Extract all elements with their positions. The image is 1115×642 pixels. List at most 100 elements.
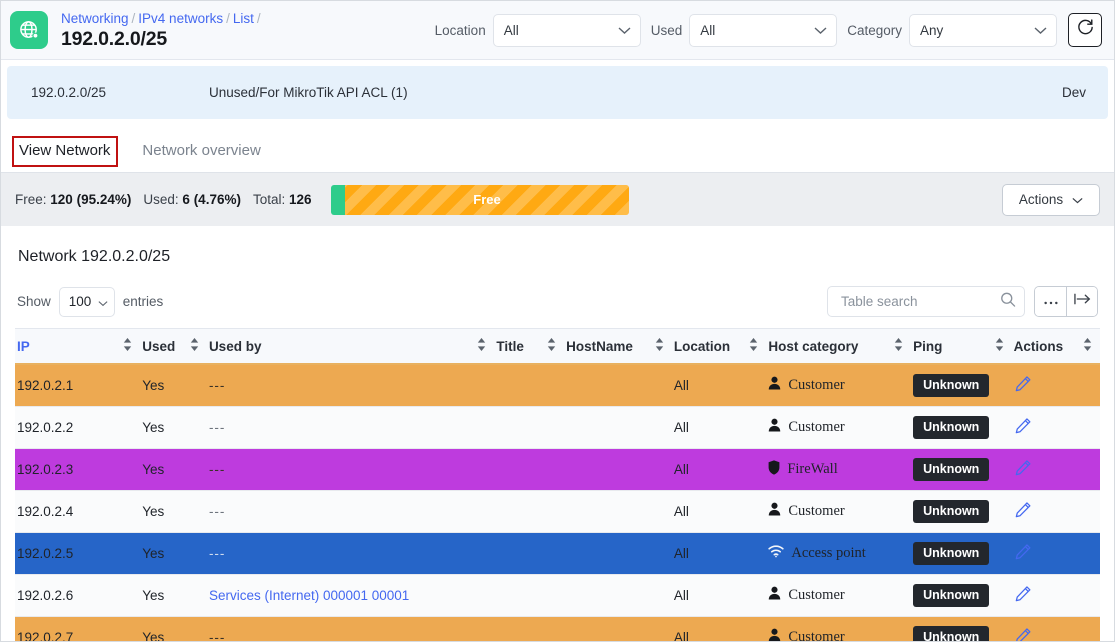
table-row[interactable]: 192.0.2.2 Yes --- All Customer Unknown <box>15 406 1100 449</box>
table-header-used[interactable]: Used <box>140 328 207 365</box>
sort-icon[interactable] <box>123 338 132 354</box>
ping-status-badge: Unknown <box>913 500 990 523</box>
total-label: Total: <box>252 192 286 207</box>
table-row[interactable]: 192.0.2.7 Yes --- All Customer Unknown <box>15 616 1100 642</box>
cell-used-by: --- <box>206 406 495 449</box>
pencil-icon[interactable] <box>1014 376 1032 396</box>
sort-icon[interactable] <box>995 338 1004 354</box>
sort-icon[interactable] <box>547 338 556 354</box>
cell-actions <box>1011 490 1100 533</box>
cell-actions <box>1011 448 1100 491</box>
location-filter-group: Location All <box>434 13 641 47</box>
table-header-actions[interactable]: Actions <box>1011 328 1100 365</box>
cell-location: All <box>671 616 767 641</box>
tab-network-overview[interactable]: Network overview <box>140 142 274 172</box>
table-expand-button[interactable] <box>1066 287 1097 316</box>
table-row[interactable]: 192.0.2.5 Yes --- All Access point Unknown <box>15 532 1100 575</box>
pencil-icon[interactable] <box>1014 460 1032 480</box>
table-search-wrapper <box>827 286 1025 317</box>
free-percent: (95.24%) <box>76 192 132 207</box>
cell-used-by: --- <box>206 616 495 642</box>
sort-icon[interactable] <box>894 338 903 354</box>
cell-used-by: --- <box>206 490 495 533</box>
user-icon <box>768 628 781 641</box>
host-category-label: Access point <box>791 545 866 561</box>
cell-ping: Unknown <box>911 574 1012 617</box>
cell-used-by: --- <box>206 448 495 491</box>
pencil-icon[interactable] <box>1014 628 1032 641</box>
cell-location: All <box>671 574 767 617</box>
table-header-used-by[interactable]: Used by <box>206 328 495 365</box>
cell-host-category: Customer <box>766 406 912 449</box>
table-row[interactable]: 192.0.2.1 Yes --- All Customer Unknown <box>15 364 1100 407</box>
actions-button[interactable]: Actions <box>1002 183 1100 216</box>
used-by-empty: --- <box>208 420 226 435</box>
sort-icon[interactable] <box>190 338 199 354</box>
table-more-options-button[interactable] <box>1035 287 1066 316</box>
table-header-title[interactable]: Title <box>494 328 565 365</box>
category-filter[interactable]: Any <box>909 13 1057 47</box>
cell-hostname <box>564 406 672 449</box>
entries-per-page-select[interactable]: 100 <box>58 286 115 317</box>
entries-per-page-value: 100 <box>68 294 92 309</box>
network-info-strip: 192.0.2.0/25 Unused/For MikroTik API ACL… <box>7 66 1108 119</box>
cell-ip: 192.0.2.7 <box>15 616 141 641</box>
breadcrumb-item-ipv4-networks[interactable]: IPv4 networks <box>138 11 223 26</box>
table-row[interactable]: 192.0.2.6 Yes Services (Internet) 000001 0… <box>15 574 1100 617</box>
used-filter-label: Used <box>650 22 683 38</box>
chevron-down-icon <box>1072 192 1083 207</box>
cell-location: All <box>671 532 767 575</box>
table-header-hostname[interactable]: HostName <box>564 328 672 365</box>
used-filter[interactable]: All <box>689 13 838 47</box>
sort-icon[interactable] <box>655 338 664 354</box>
table-header-ip[interactable]: IP <box>15 328 141 365</box>
sort-icon[interactable] <box>749 338 758 354</box>
breadcrumb-item-networking[interactable]: Networking <box>61 11 129 26</box>
cell-ip: 192.0.2.4 <box>15 490 141 533</box>
location-filter-label: Location <box>434 22 486 38</box>
host-category-label: FireWall <box>787 461 838 477</box>
pencil-icon[interactable] <box>1014 418 1032 438</box>
cell-location: All <box>671 406 767 449</box>
cell-ping: Unknown <box>911 406 1012 449</box>
used-by-empty: --- <box>208 546 226 561</box>
location-filter[interactable]: All <box>492 13 641 47</box>
refresh-button[interactable] <box>1068 13 1102 47</box>
host-category-label: Customer <box>788 419 845 435</box>
free-label: Free: <box>15 192 47 207</box>
pencil-icon[interactable] <box>1014 544 1032 564</box>
page-header: Networking / IPv4 networks / List/ 192.0.2.0… <box>1 1 1114 60</box>
cell-hostname <box>564 616 672 641</box>
cell-title <box>494 532 565 575</box>
cell-title <box>494 364 565 407</box>
cell-title <box>494 406 565 449</box>
cell-used: Yes <box>140 574 207 617</box>
table-header-ping[interactable]: Ping <box>911 328 1012 365</box>
pencil-icon[interactable] <box>1014 586 1032 606</box>
used-by-link[interactable]: Services (Internet) 000001 00001 <box>209 588 409 603</box>
used-by-empty: --- <box>208 630 226 642</box>
table-search-input[interactable] <box>839 293 996 310</box>
table-header-location[interactable]: Location <box>671 328 767 365</box>
cell-host-category: Access point <box>766 532 912 575</box>
chevron-down-icon <box>814 23 827 38</box>
ping-status-badge: Unknown <box>913 584 990 607</box>
cell-ip: 192.0.2.6 <box>15 574 141 617</box>
sort-icon[interactable] <box>1083 338 1092 354</box>
cell-ping: Unknown <box>911 448 1012 491</box>
cell-actions <box>1011 616 1100 641</box>
used-label: Used: <box>143 192 179 207</box>
table-header-host-category[interactable]: Host category <box>766 328 912 365</box>
cell-ping: Unknown <box>911 490 1012 533</box>
info-network-address: 192.0.2.0/25 <box>31 85 107 100</box>
info-network-description: Unused/For MikroTik API ACL (1) <box>209 85 408 100</box>
pencil-icon[interactable] <box>1014 502 1032 522</box>
table-row[interactable]: 192.0.2.4 Yes --- All Customer Unknown <box>15 490 1100 533</box>
tab-view-network[interactable]: View Network <box>12 136 124 172</box>
sort-icon[interactable] <box>477 338 486 354</box>
cell-location: All <box>671 448 767 491</box>
table-row[interactable]: 192.0.2.3 Yes --- All FireWall Unknown <box>15 448 1100 491</box>
breadcrumb-item-list[interactable]: List <box>233 11 254 26</box>
table-body: 192.0.2.1 Yes --- All Customer Unknown 192.0.2… <box>15 364 1100 642</box>
user-icon <box>768 376 781 395</box>
